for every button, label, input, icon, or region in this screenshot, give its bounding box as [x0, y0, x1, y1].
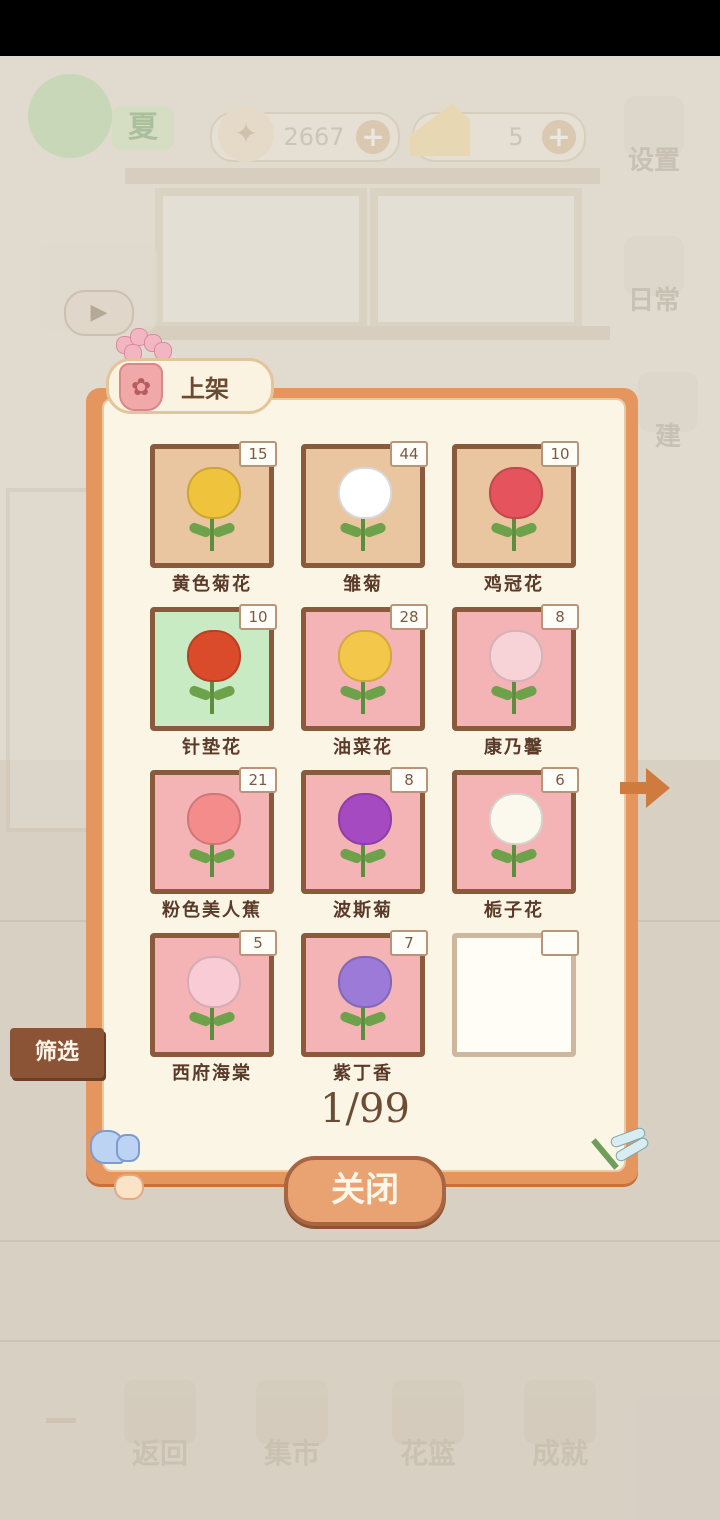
filter-button[interactable]: 筛选 — [10, 1028, 104, 1078]
flower-name: 紫丁香 — [333, 1063, 393, 1084]
dragonfly-icon — [591, 1124, 654, 1174]
flower-illustration-icon — [171, 787, 253, 879]
flower-name: 西府海棠 — [172, 1063, 252, 1084]
page-indicator: 1/99 — [320, 1086, 410, 1132]
flower-name: 栀子花 — [484, 900, 544, 921]
status-bar — [0, 0, 720, 56]
flower-name: 粉色美人蕉 — [162, 900, 262, 921]
flower-illustration-icon — [322, 787, 404, 879]
flower-card[interactable]: 28 — [301, 604, 428, 731]
flower-illustration-icon — [322, 461, 404, 553]
panel-title-tab: ✿ 上架 — [106, 358, 274, 414]
flower-illustration-icon — [473, 787, 555, 879]
flower-card[interactable]: 44 — [301, 441, 428, 568]
flower-name: 油菜花 — [333, 737, 393, 758]
flower-card[interactable]: 15 — [150, 441, 277, 568]
flower-name: 波斯菊 — [333, 900, 393, 921]
flower-illustration-icon — [473, 624, 555, 716]
flower-illustration-icon — [322, 624, 404, 716]
flower-name: 鸡冠花 — [484, 574, 544, 595]
flower-illustration-icon — [322, 950, 404, 1042]
stock-count-badge — [541, 930, 579, 956]
flower-card[interactable]: 6 — [452, 767, 579, 894]
flower-card[interactable]: 8 — [452, 604, 579, 731]
flower-card[interactable]: 5 — [150, 930, 277, 1057]
flower-name: 雏菊 — [343, 574, 383, 595]
flower-vase-icon: ✿ — [119, 363, 163, 411]
flower-card[interactable]: 7 — [301, 930, 428, 1057]
flower-illustration-icon — [171, 624, 253, 716]
flower-card[interactable]: 8 — [301, 767, 428, 894]
flower-card[interactable]: 21 — [150, 767, 277, 894]
flower-card[interactable]: 10 — [150, 604, 277, 731]
next-page-arrow-icon[interactable] — [620, 768, 672, 808]
flower-illustration-icon — [171, 950, 253, 1042]
flower-name: 黄色菊花 — [172, 574, 252, 595]
flower-name: 康乃馨 — [484, 737, 544, 758]
bouquet-icon — [114, 326, 172, 362]
empty-flower-slot[interactable] — [452, 930, 579, 1057]
flower-illustration-icon — [473, 461, 555, 553]
flower-name: 针垫花 — [182, 737, 242, 758]
close-button[interactable]: 关闭 — [284, 1156, 446, 1226]
butterfly-icon — [90, 1130, 146, 1200]
flower-card[interactable]: 10 — [452, 441, 579, 568]
panel-title: 上架 — [181, 375, 229, 403]
flower-illustration-icon — [171, 461, 253, 553]
